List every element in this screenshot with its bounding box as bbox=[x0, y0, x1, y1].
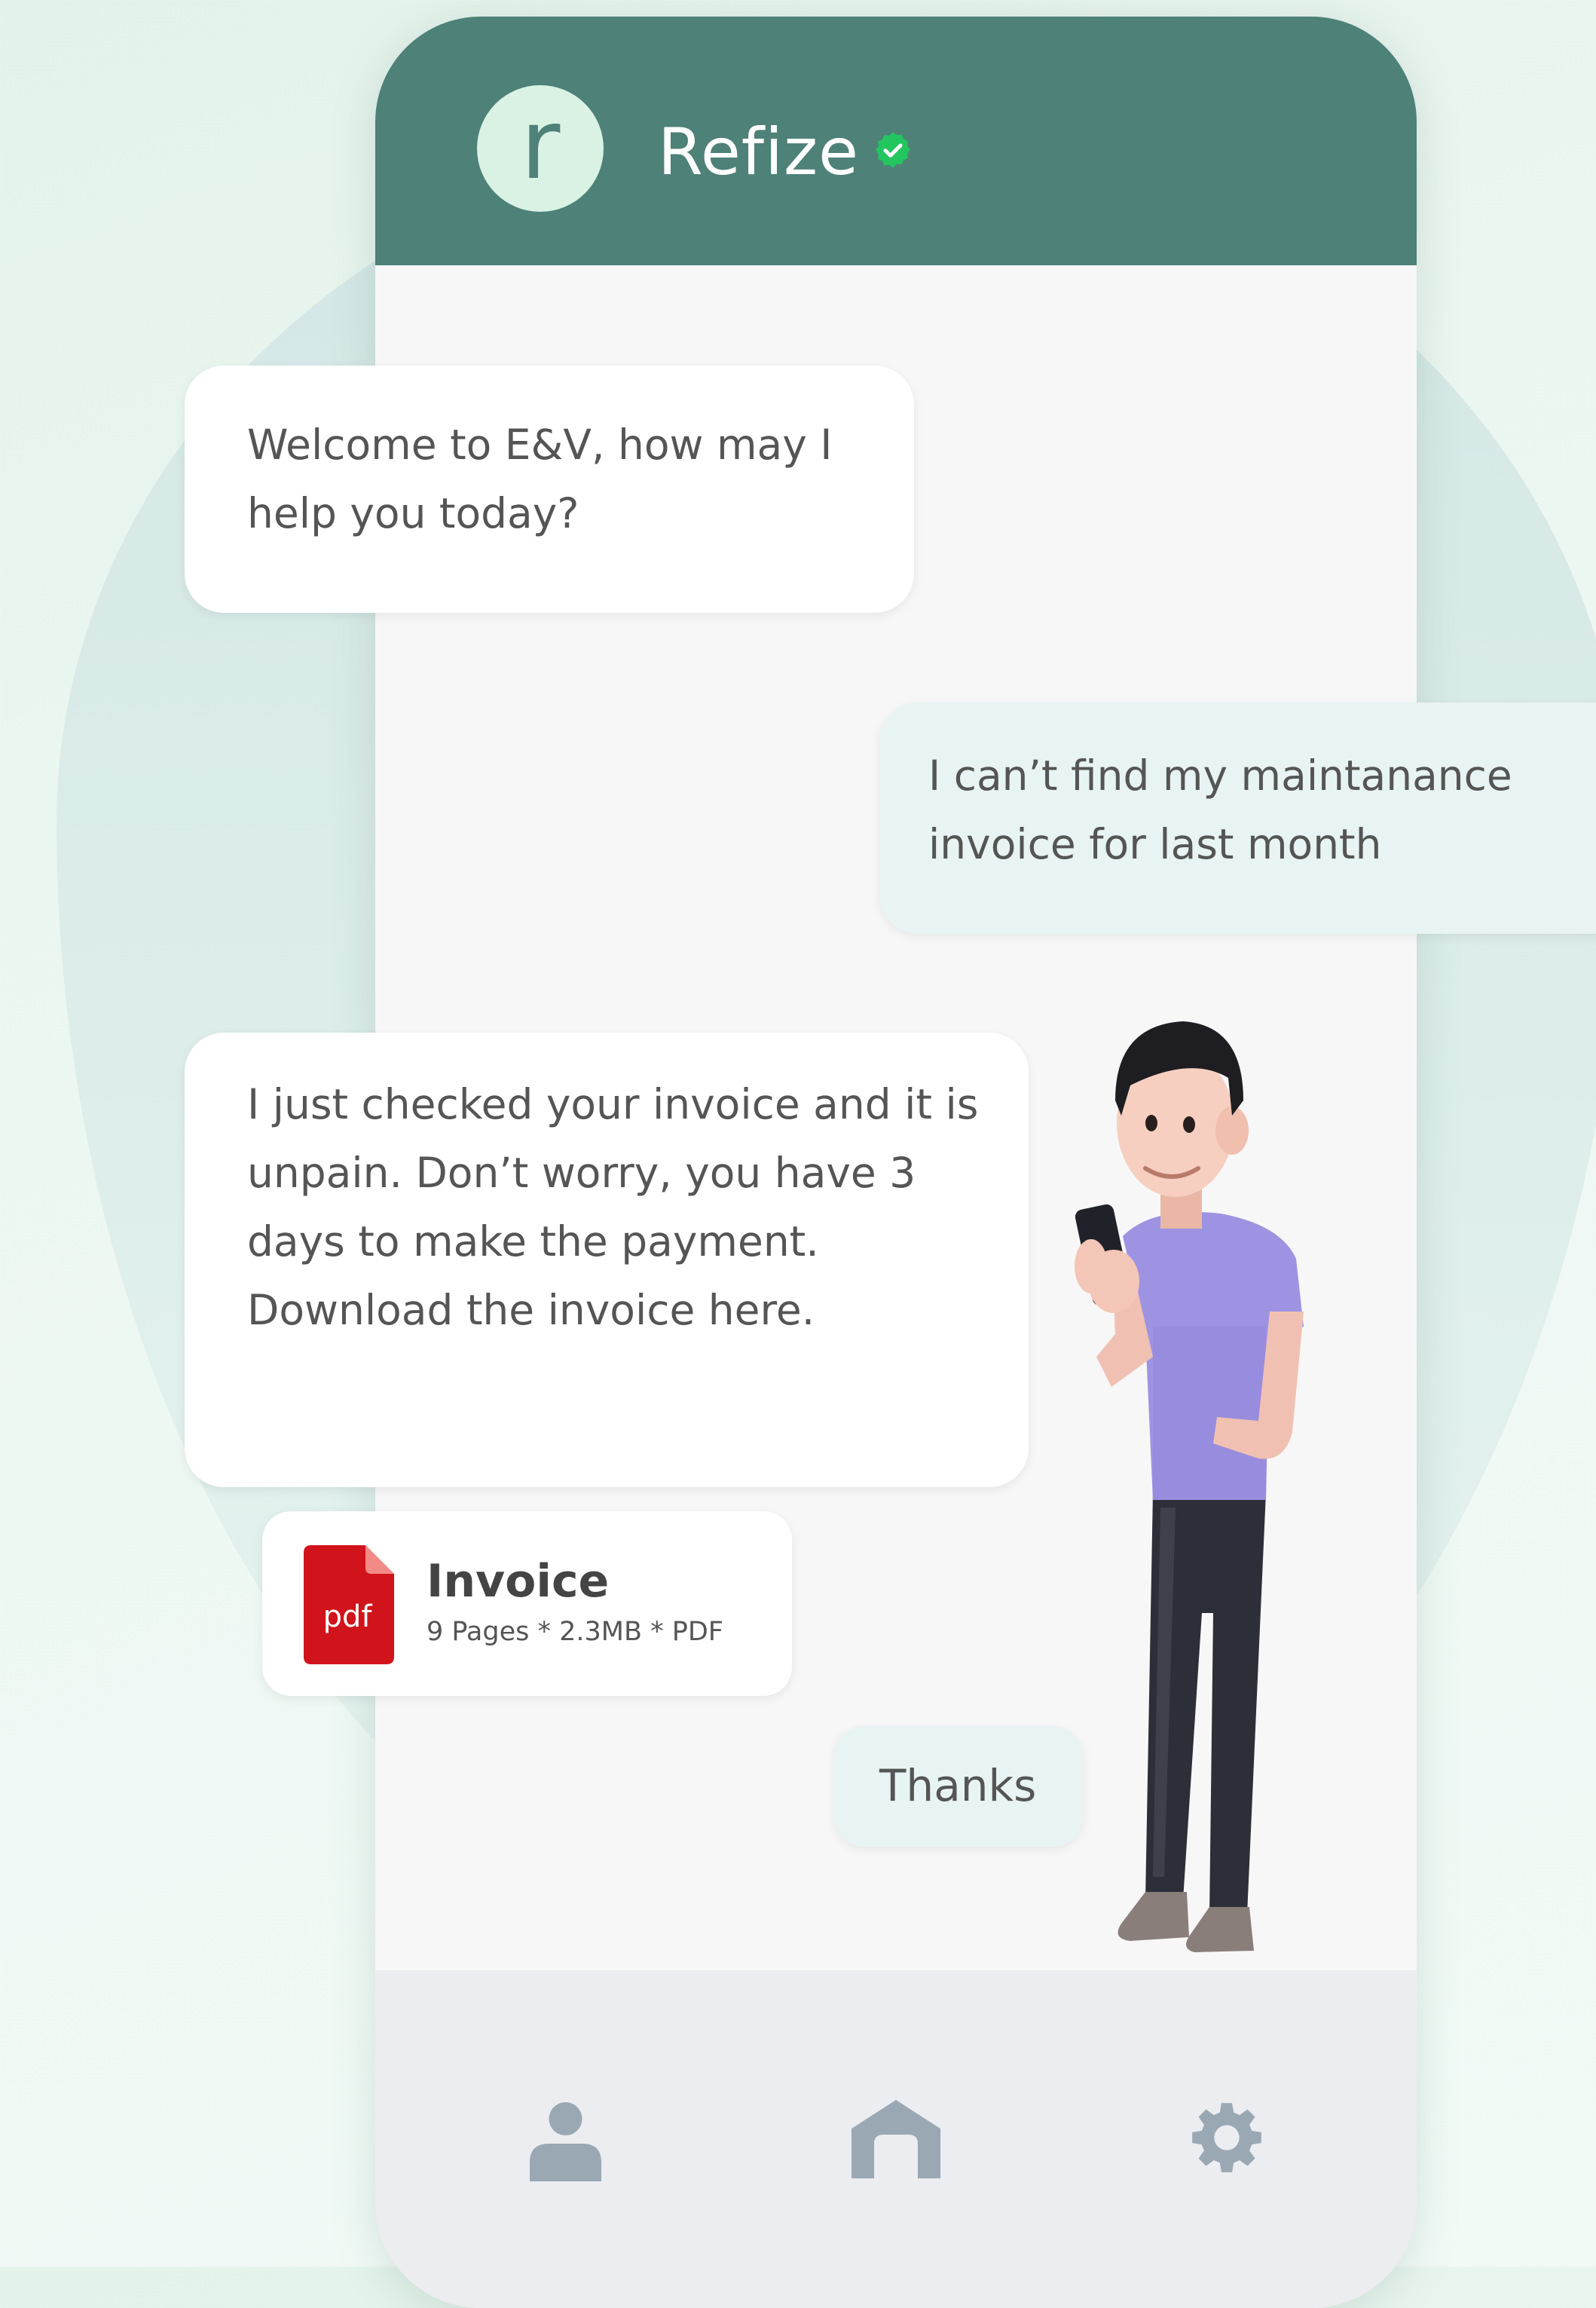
pdf-file-icon: pdf bbox=[304, 1545, 394, 1664]
bot-message-text: Welcome to E&V, how may I help you today… bbox=[247, 421, 833, 537]
invoice-attachment[interactable]: pdf Invoice 9 Pages * 2.3MB * PDF bbox=[262, 1511, 792, 1696]
person-icon[interactable] bbox=[530, 2098, 601, 2181]
pdf-label: pdf bbox=[323, 1599, 373, 1634]
brand-name: Refize bbox=[658, 115, 860, 190]
file-name: Invoice bbox=[427, 1555, 610, 1608]
verified-check-icon bbox=[876, 132, 910, 168]
gear-icon[interactable] bbox=[1189, 2100, 1264, 2175]
file-meta: 9 Pages * 2.3MB * PDF bbox=[427, 1617, 723, 1647]
home-icon[interactable] bbox=[852, 2100, 940, 2178]
user-message: I can’t find my maintanance invoice for … bbox=[879, 703, 1596, 934]
bot-message: I just checked your invoice and it is un… bbox=[185, 1033, 1029, 1487]
bot-message-text: I just checked your invoice and it is un… bbox=[247, 1080, 979, 1334]
user-message-text: I can’t find my maintanance invoice for … bbox=[928, 751, 1512, 868]
bottom-nav-bar bbox=[375, 1970, 1417, 2308]
chat-header: r Refize bbox=[375, 17, 1417, 265]
man-with-phone-illustration bbox=[1075, 1021, 1304, 1952]
avatar[interactable]: r bbox=[477, 85, 604, 212]
user-message-text: Thanks bbox=[879, 1760, 1037, 1811]
bot-message: Welcome to E&V, how may I help you today… bbox=[185, 366, 914, 613]
